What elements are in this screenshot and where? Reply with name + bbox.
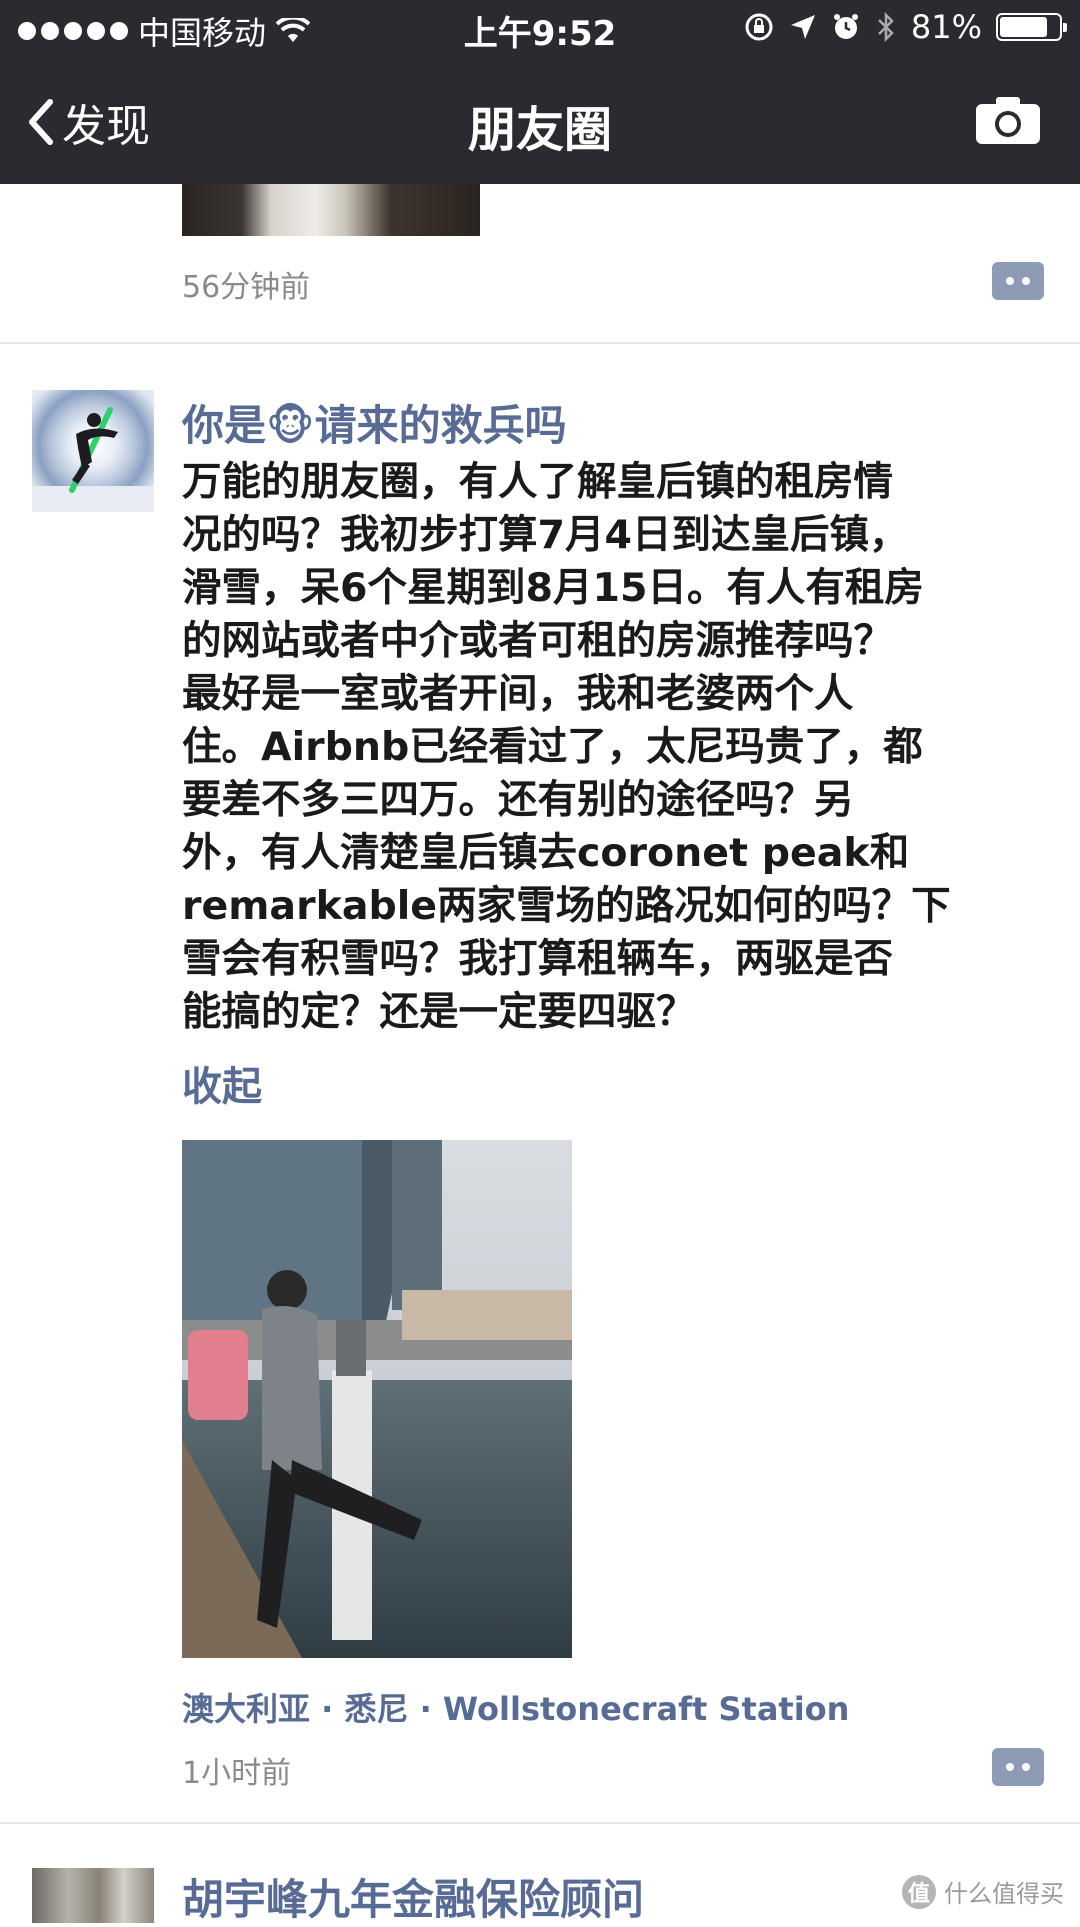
- post-content: 万能的朋友圈，有人了解皇后镇的租房情 况的吗？我初步打算7月4日到达皇后镇， 滑…: [182, 456, 1002, 1039]
- battery-fill: [1000, 17, 1047, 37]
- page-title: 朋友圈: [0, 90, 1080, 160]
- dot-icon: [1006, 1763, 1014, 1771]
- previous-post: 56分钟前: [0, 184, 1080, 344]
- status-right: 81%: [743, 8, 1062, 46]
- dot-icon: [1022, 1763, 1030, 1771]
- avatar[interactable]: [32, 1868, 154, 1923]
- previous-post-photo[interactable]: [182, 184, 480, 236]
- nav-bar: 发现 朋友圈: [0, 72, 1080, 172]
- battery-icon: [996, 13, 1062, 41]
- post-time: 1小时前: [182, 1748, 291, 1792]
- collapse-link[interactable]: 收起: [182, 1054, 262, 1112]
- watermark-text: 什么值得买: [944, 1874, 1064, 1909]
- status-bar: 中国移动 上午9:52: [0, 0, 1080, 56]
- dot-icon: [1022, 277, 1030, 285]
- post-author[interactable]: 胡宇峰九年金融保险顾问: [182, 1866, 644, 1927]
- dot-icon: [1006, 277, 1014, 285]
- post-photo[interactable]: [182, 1140, 572, 1658]
- battery-percent: 81%: [911, 8, 982, 46]
- camera-icon[interactable]: [974, 94, 1042, 146]
- alarm-icon: [831, 12, 861, 42]
- avatar[interactable]: [32, 390, 154, 512]
- previous-post-time: 56分钟前: [182, 262, 310, 306]
- comment-button[interactable]: [992, 262, 1044, 300]
- post-author[interactable]: 你是🐵请来的救兵吗: [182, 392, 567, 453]
- comment-button[interactable]: [992, 1748, 1044, 1786]
- location-arrow-icon: [789, 13, 817, 41]
- bluetooth-icon: [875, 11, 897, 43]
- top-bar: 中国移动 上午9:52: [0, 0, 1080, 184]
- snowboarder-avatar-image: [32, 390, 154, 512]
- post-location[interactable]: 澳大利亚 · 悉尼 · Wollstonecraft Station: [182, 1684, 849, 1730]
- watermark-badge: 值: [902, 1875, 936, 1909]
- rotation-lock-icon: [743, 11, 775, 43]
- watermark: 值 什么值得买: [902, 1874, 1064, 1909]
- harbor-photo-image: [182, 1140, 572, 1658]
- feed-post: 你是🐵请来的救兵吗 万能的朋友圈，有人了解皇后镇的租房情 况的吗？我初步打算7月…: [0, 344, 1080, 1824]
